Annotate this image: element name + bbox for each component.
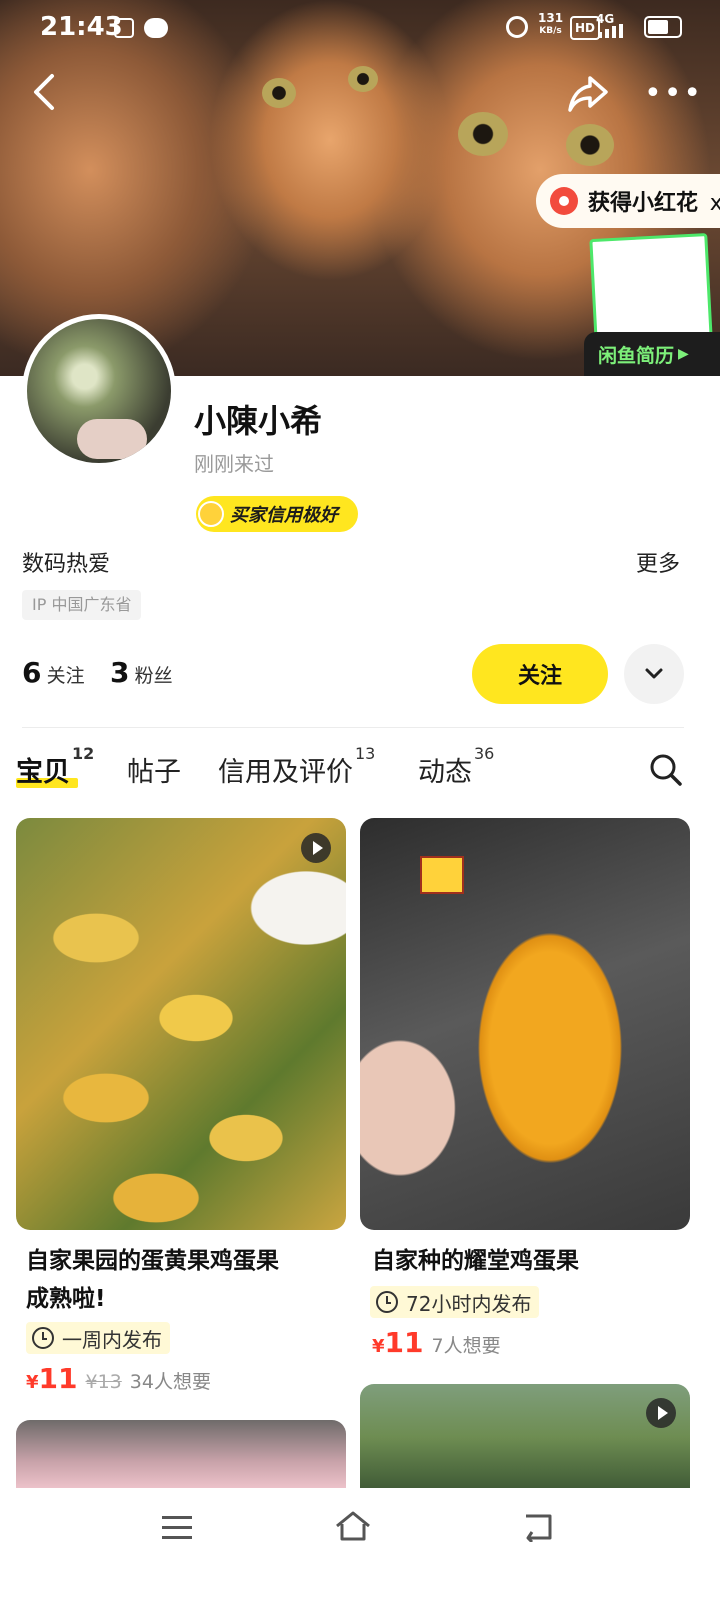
tab-posts[interactable]: 帖子 (127, 750, 181, 789)
gallery-icon (114, 18, 134, 38)
cat-eye (262, 78, 296, 108)
battery-icon (644, 16, 682, 38)
item-title[interactable]: 自家果园的蛋黄果鸡蛋果 成熟啦! (26, 1242, 346, 1318)
following-count: 6 (22, 656, 42, 689)
tab-label: 信用及评价 (218, 757, 353, 788)
follow-button[interactable]: 关注 (472, 644, 608, 704)
item-image[interactable] (16, 818, 346, 1230)
price-row: ¥ 11 7人想要 (372, 1326, 501, 1359)
item-title[interactable]: 自家种的耀堂鸡蛋果 (372, 1242, 692, 1280)
followers-label: 粉丝 (134, 665, 173, 687)
system-nav-bar (0, 1488, 720, 1600)
wechat-icon (144, 18, 168, 38)
item-image[interactable] (360, 818, 690, 1230)
last-seen: 刚刚来过 (194, 452, 274, 476)
followers-stat[interactable]: 3 粉丝 (110, 656, 173, 689)
reward-pill[interactable]: 获得小红花 x (536, 174, 720, 228)
following-stat[interactable]: 6 关注 (22, 656, 85, 689)
original-price: ¥13 (85, 1371, 122, 1393)
smile-emoji-icon (198, 501, 224, 527)
resume-label: 闲鱼简历 (598, 344, 675, 367)
alarm-icon (506, 16, 528, 38)
status-time: 21:43 (40, 12, 123, 42)
red-flower-icon (550, 187, 578, 215)
status-bar: 21:43 131 KB/s HD 4G (0, 0, 720, 56)
tab-count: 36 (474, 744, 495, 763)
reward-text: 获得小红花 (588, 191, 699, 216)
divider (22, 727, 684, 728)
signal-icon (598, 24, 626, 38)
more-link[interactable]: 更多 (636, 546, 680, 578)
cat-eye (348, 66, 378, 92)
wants-count: 7人想要 (431, 1335, 501, 1357)
following-label: 关注 (46, 665, 85, 687)
back-nav-icon[interactable] (522, 1512, 554, 1544)
tab-items[interactable]: 宝贝12 (16, 744, 94, 789)
sachet-packet (420, 856, 464, 894)
username: 小陳小希 (194, 402, 323, 440)
video-play-icon (646, 1398, 676, 1428)
tab-label: 帖子 (127, 757, 181, 788)
chevron-down-icon (645, 668, 663, 679)
tab-label: 动态 (418, 757, 472, 788)
resume-card[interactable] (589, 232, 713, 346)
price: 11 (384, 1326, 424, 1359)
cat-eye (458, 112, 508, 156)
tab-count: 12 (72, 744, 95, 763)
followers-count: 3 (110, 656, 130, 689)
currency-symbol: ¥ (372, 1336, 385, 1357)
ip-location: IP 中国广东省 (22, 590, 142, 620)
clock-icon (376, 1291, 398, 1313)
menu-icon[interactable] (162, 1516, 192, 1540)
publish-time-tag: 一周内发布 (26, 1322, 170, 1354)
share-icon (568, 76, 608, 112)
avatar[interactable] (22, 314, 176, 468)
reward-close[interactable]: x (710, 191, 720, 216)
expand-button[interactable] (624, 644, 684, 704)
video-play-icon (301, 833, 331, 863)
resume-tag[interactable]: 闲鱼简历 ▶ (584, 332, 720, 376)
chevron-left-icon (34, 74, 54, 110)
tab-count: 13 (355, 744, 376, 763)
more-button[interactable]: ••• (644, 76, 701, 112)
tab-activity[interactable]: 动态36 (418, 744, 494, 789)
play-arrow-icon: ▶ (678, 346, 689, 362)
currency-symbol: ¥ (26, 1372, 39, 1393)
home-icon[interactable] (334, 1510, 372, 1542)
clock-icon (32, 1327, 54, 1349)
search-button[interactable] (648, 752, 684, 788)
wants-count: 34人想要 (129, 1371, 211, 1393)
network-speed: 131 KB/s (538, 11, 564, 37)
tab-credit-reviews[interactable]: 信用及评价13 (218, 744, 375, 789)
credit-badge-label: 买家信用极好 (230, 505, 338, 526)
cat-eye (566, 124, 614, 166)
credit-badge[interactable]: 买家信用极好 (196, 496, 358, 532)
publish-time-tag: 72小时内发布 (370, 1286, 540, 1318)
more-dots-icon: ••• (644, 76, 704, 111)
bio: 数码热爱 (22, 552, 111, 577)
back-button[interactable] (26, 70, 66, 114)
price: 11 (38, 1362, 78, 1395)
item-image[interactable] (16, 1420, 346, 1490)
item-image[interactable] (360, 1384, 690, 1490)
price-row: ¥ 11 ¥13 34人想要 (26, 1362, 211, 1395)
search-icon (650, 754, 682, 786)
tab-label: 宝贝 (16, 757, 70, 788)
share-button[interactable] (566, 72, 610, 116)
